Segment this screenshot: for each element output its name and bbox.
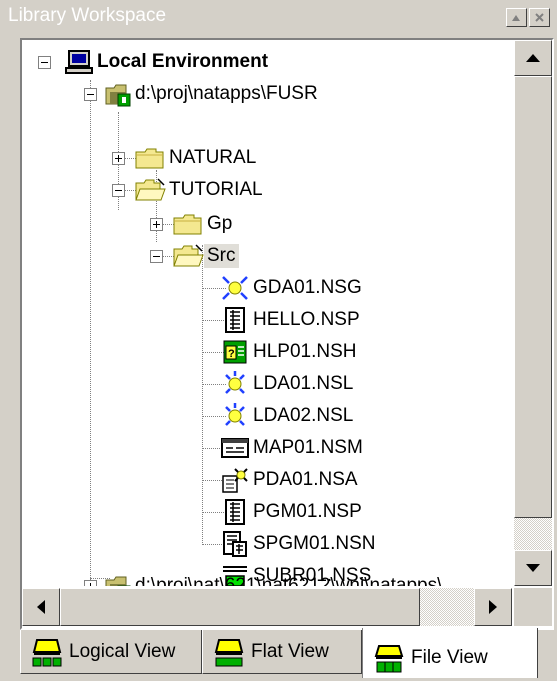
local-data-area-icon: [225, 371, 245, 394]
close-button[interactable]: [529, 8, 550, 27]
program-icon: [225, 499, 245, 525]
view-tabs: Logical View Flat View File View: [20, 628, 554, 681]
tree-node-local-environment[interactable]: Local Environment: [64, 46, 271, 78]
tree-line: [202, 245, 203, 545]
expand-toggle[interactable]: [112, 152, 125, 165]
tree-node-label: SPGM01.NSN: [253, 533, 376, 554]
file-view-icon: [374, 645, 404, 673]
scroll-right-button[interactable]: [474, 588, 512, 626]
tree-node-label: PDA01.NSA: [253, 469, 358, 490]
tree-node-gp[interactable]: Gp: [172, 208, 235, 240]
folder-closed-icon: [173, 214, 202, 235]
map-icon: [221, 438, 249, 458]
window-title: Library Workspace: [8, 5, 167, 26]
tree-node-label: MAP01.NSM: [253, 437, 363, 458]
close-icon: [535, 13, 544, 22]
tree-node-file[interactable]: MAP01.NSM: [220, 432, 366, 464]
vertical-scrollbar[interactable]: [514, 40, 552, 586]
library-tree[interactable]: Local Environment d:\proj\natapps\FUSR N…: [22, 40, 512, 586]
tab-label: Flat View: [251, 640, 329, 662]
collapse-toggle[interactable]: [150, 250, 163, 263]
arrow-right-icon: [489, 600, 497, 614]
tree-node-library-path[interactable]: d:\proj\nat\621\nat6212\wni\natapps\: [104, 570, 445, 586]
tab-label: File View: [411, 647, 488, 668]
scroll-left-button[interactable]: [22, 588, 60, 626]
tree-node-label: GDA01.NSG: [253, 277, 362, 298]
tree-node-label: Local Environment: [97, 51, 269, 72]
tree-node-label: Gp: [207, 213, 233, 234]
scroll-thumb[interactable]: [60, 588, 420, 626]
tree-node-tutorial[interactable]: TUTORIAL: [134, 174, 266, 206]
tree-node-file[interactable]: LDA01.NSL: [220, 368, 356, 400]
tree-node-label: TUTORIAL: [169, 179, 263, 200]
folder-closed-icon: [135, 148, 164, 169]
scroll-down-button[interactable]: [514, 550, 552, 586]
parameter-data-area-icon: [222, 468, 248, 493]
tree-node-label: HLP01.NSH: [253, 341, 357, 362]
tree-node-label: PGM01.NSP: [253, 501, 362, 522]
minimize-icon: [512, 15, 520, 21]
flat-view-icon: [214, 638, 244, 666]
tree-line: [90, 80, 91, 586]
arrow-down-icon: [526, 564, 540, 572]
scroll-corner: [514, 588, 552, 626]
program-icon: [225, 307, 245, 333]
tree-node-label: d:\proj\nat\621\nat6212\wni\natapps\: [135, 575, 443, 586]
tab-file-view[interactable]: File View: [362, 628, 538, 678]
tree-node-file[interactable]: LDA02.NSL: [220, 400, 356, 432]
helproutine-icon: ?: [223, 340, 247, 364]
arrow-up-icon: [526, 54, 540, 62]
tree-panel: Local Environment d:\proj\natapps\FUSR N…: [20, 38, 554, 630]
tree-node-file[interactable]: PDA01.NSA: [220, 464, 361, 496]
expand-toggle[interactable]: [84, 580, 97, 586]
minimize-button[interactable]: [506, 8, 527, 27]
collapse-toggle[interactable]: [84, 88, 97, 101]
computer-icon: [65, 50, 93, 74]
tree-node-src[interactable]: Src: [172, 240, 239, 272]
tree-node-label: LDA01.NSL: [253, 373, 354, 394]
tree-node-natural[interactable]: NATURAL: [134, 142, 259, 174]
tree-node-label: d:\proj\natapps\FUSR: [135, 83, 318, 104]
collapse-toggle[interactable]: [112, 184, 125, 197]
tree-node-label: LDA02.NSL: [253, 405, 354, 426]
folder-open-icon: [173, 244, 204, 267]
expand-toggle[interactable]: [150, 218, 163, 231]
title-bar: Library Workspace: [0, 0, 557, 34]
tree-node-file[interactable]: HELLO.NSP: [220, 304, 363, 336]
svg-text:?: ?: [228, 348, 235, 360]
scroll-up-button[interactable]: [514, 40, 552, 76]
collapse-toggle[interactable]: [38, 56, 51, 69]
tree-node-file[interactable]: ? HLP01.NSH: [220, 336, 360, 368]
tab-label: Logical View: [69, 640, 176, 662]
local-data-area-icon: [225, 403, 245, 426]
tree-node-label: NATURAL: [169, 147, 257, 168]
library-folder-icon: [105, 576, 131, 586]
tree-node-label: Src: [204, 244, 239, 268]
tree-node-file[interactable]: SPGM01.NSN: [220, 528, 378, 560]
tab-flat-view[interactable]: Flat View: [202, 630, 362, 674]
logical-view-icon: [32, 638, 62, 666]
horizontal-scrollbar[interactable]: [22, 588, 512, 626]
tab-logical-view[interactable]: Logical View: [20, 630, 202, 674]
scroll-thumb[interactable]: [514, 76, 552, 518]
global-data-area-icon: [222, 276, 248, 300]
tree-node-library-path[interactable]: d:\proj\natapps\FUSR: [104, 78, 321, 110]
folder-open-icon: [135, 178, 166, 201]
tree-node-file[interactable]: GDA01.NSG: [220, 272, 365, 304]
arrow-left-icon: [37, 600, 45, 614]
tree-node-file[interactable]: PGM01.NSP: [220, 496, 365, 528]
subprogram-icon: [223, 531, 247, 557]
tree-node-label: HELLO.NSP: [253, 309, 360, 330]
library-folder-icon: [105, 84, 131, 107]
